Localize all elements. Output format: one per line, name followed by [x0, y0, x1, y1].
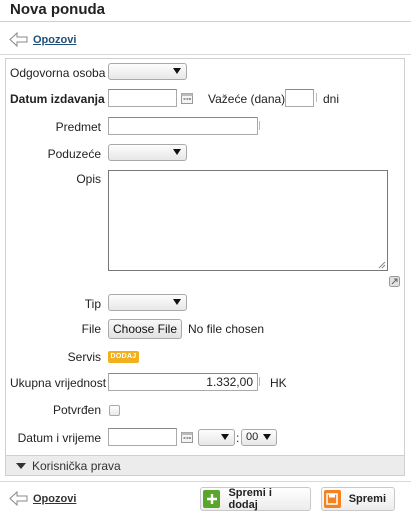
predmet-label: Predmet	[55, 120, 101, 134]
servis-label: Servis	[67, 350, 101, 364]
save-and-add-button[interactable]: Spremi i dodaj	[200, 487, 311, 511]
minute-value: 00	[246, 431, 259, 443]
back-arrow-icon	[9, 32, 28, 47]
potvrden-label: Potvrđen	[52, 403, 101, 417]
dropdown-caret-icon	[173, 299, 181, 305]
dropdown-caret-icon	[173, 68, 181, 74]
file-label: File	[81, 322, 101, 336]
triangle-down-icon	[16, 462, 26, 469]
poduzece-label: Poduzeće	[47, 147, 101, 161]
datum-izdavanja-label: Datum izdavanja	[10, 92, 105, 106]
ukupna-label: Ukupna vrijednost	[10, 376, 107, 390]
ukupna-currency: HK	[270, 376, 287, 390]
dropdown-caret-icon	[173, 149, 181, 155]
servis-add-button[interactable]: DODAJ	[108, 351, 139, 363]
field-marker	[316, 93, 320, 102]
odgovorna-osoba-label: Odgovorna osoba	[10, 66, 106, 80]
calendar-icon[interactable]	[181, 92, 193, 104]
resize-icon[interactable]	[378, 261, 386, 269]
save-label: Spremi	[348, 493, 386, 505]
datum-vrijeme-label: Datum i vrijeme	[17, 431, 101, 445]
save-and-add-label: Spremi i dodaj	[228, 487, 272, 511]
back-link-bottom[interactable]: Opozovi	[9, 491, 76, 506]
opis-textarea[interactable]	[108, 170, 388, 271]
vazece-input[interactable]	[285, 89, 314, 107]
poduzece-select[interactable]	[108, 144, 187, 161]
floppy-disk-icon	[324, 490, 341, 508]
hour-select[interactable]	[198, 429, 235, 446]
divider	[0, 481, 411, 482]
tip-select[interactable]	[108, 294, 187, 311]
time-separator: :	[236, 431, 240, 445]
calendar-icon[interactable]	[181, 431, 193, 443]
divider	[0, 54, 411, 55]
dropdown-caret-icon	[263, 434, 271, 440]
save-button[interactable]: Spremi	[321, 487, 395, 511]
predmet-input[interactable]	[108, 117, 258, 135]
back-arrow-icon	[9, 491, 28, 506]
tip-label: Tip	[84, 297, 101, 311]
korisnicka-prava-label: Korisnička prava	[32, 458, 121, 473]
opis-label: Opis	[76, 172, 101, 186]
back-link-label: Opozovi	[33, 33, 77, 46]
odgovorna-osoba-select[interactable]	[108, 63, 187, 80]
field-marker	[259, 121, 263, 130]
vazece-unit: dni	[323, 92, 340, 106]
choose-file-button[interactable]: Choose File	[108, 319, 182, 339]
header: Nova ponuda	[0, 0, 411, 22]
file-status: No file chosen	[188, 322, 265, 336]
page-title: Nova ponuda	[10, 1, 106, 18]
vazece-label: Važeće (dana)	[208, 92, 286, 106]
expand-icon[interactable]	[389, 276, 400, 287]
korisnicka-prava-toggle[interactable]: Korisnička prava	[5, 455, 405, 476]
back-link-label: Opozovi	[33, 492, 77, 505]
plus-icon	[203, 490, 221, 508]
dropdown-caret-icon	[221, 434, 229, 440]
potvrden-checkbox[interactable]	[109, 405, 120, 416]
datum-vrijeme-date-input[interactable]	[108, 428, 177, 446]
minute-select[interactable]: 00	[241, 429, 277, 446]
datum-izdavanja-input[interactable]	[108, 89, 177, 107]
field-marker	[259, 377, 263, 386]
back-link-top[interactable]: Opozovi	[9, 32, 76, 47]
ukupna-input[interactable]: 1.332,00	[108, 373, 258, 391]
